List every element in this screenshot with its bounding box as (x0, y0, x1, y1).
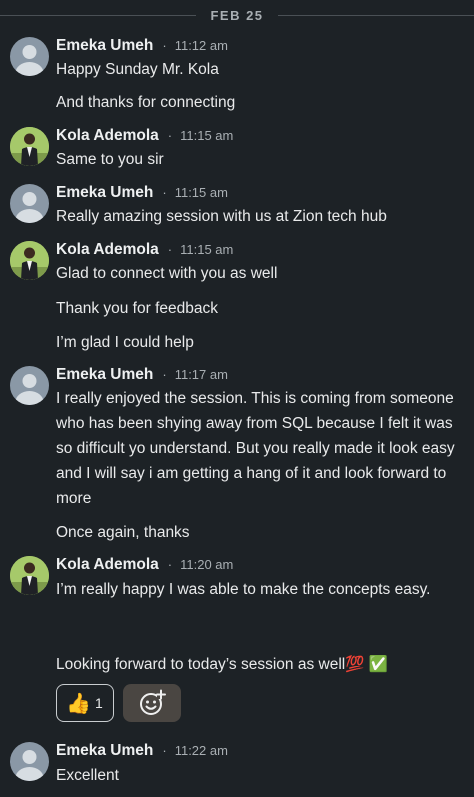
sender-name[interactable]: Kola Ademola (56, 241, 159, 258)
avatar[interactable] (10, 241, 49, 280)
message-text: Thank you for feedback (56, 300, 218, 317)
message-text: I’m really happy I was able to make the … (56, 581, 431, 598)
timestamp: 11:12 am (174, 38, 228, 53)
default-avatar-icon (15, 192, 44, 223)
message-text: Glad to connect with you as well (56, 265, 278, 282)
avatar[interactable] (10, 127, 49, 166)
message-text: Excellent (56, 767, 119, 784)
separator-dot: · (162, 367, 167, 382)
message-text: And thanks for connecting (56, 94, 236, 111)
divider-line (278, 15, 474, 16)
default-avatar-icon (15, 750, 44, 781)
avatar[interactable] (10, 184, 49, 223)
separator-dot: · (162, 185, 167, 200)
separator-dot: · (167, 557, 173, 572)
date-label: FEB 25 (210, 8, 264, 23)
sender-name[interactable]: Emeka Umeh (56, 37, 153, 54)
sender-name[interactable]: Kola Ademola (56, 127, 159, 144)
message-header: Emeka Umeh · 11:15 am (56, 184, 228, 204)
sender-name[interactable]: Emeka Umeh (56, 742, 153, 759)
timestamp: 11:17 am (174, 367, 228, 382)
date-separator: FEB 25 (0, 0, 474, 30)
separator-dot: · (162, 743, 167, 758)
timestamp: 11:15 am (180, 242, 234, 257)
timestamp: 11:15 am (180, 128, 234, 143)
message-header: Emeka Umeh · 11:17 am (56, 366, 228, 386)
profile-photo-icon (10, 127, 49, 166)
reaction-thumbs-up[interactable]: 👍 1 (56, 684, 114, 722)
add-reaction-icon (140, 689, 166, 715)
message-text: Happy Sunday Mr. Kola (56, 61, 219, 78)
thumbs-up-icon: 👍 (66, 693, 91, 715)
message-header: Kola Ademola · 11:15 am (56, 241, 233, 261)
sender-name[interactable]: Kola Ademola (56, 556, 159, 573)
sender-name[interactable]: Emeka Umeh (56, 366, 153, 383)
message-text: I’m glad I could help (56, 334, 194, 351)
sender-name[interactable]: Emeka Umeh (56, 184, 153, 201)
add-reaction-button[interactable] (123, 684, 181, 722)
profile-photo-icon (10, 241, 49, 280)
avatar[interactable] (10, 742, 49, 781)
avatar[interactable] (10, 366, 49, 405)
reaction-count: 1 (95, 695, 103, 711)
message-text: Really amazing session with us at Zion t… (56, 208, 387, 225)
message-text: I really enjoyed the session. This is co… (56, 390, 455, 507)
timestamp: 11:15 am (174, 185, 228, 200)
default-avatar-icon (15, 45, 44, 76)
separator-dot: · (167, 242, 173, 257)
separator-dot: · (162, 38, 167, 53)
message-header: Emeka Umeh · 11:22 am (56, 742, 228, 762)
timestamp: 11:22 am (174, 743, 228, 758)
message-text: Same to you sir (56, 151, 164, 168)
message-text: Looking forward to today’s session as we… (56, 656, 389, 673)
message-header: Emeka Umeh · 11:12 am (56, 37, 228, 57)
profile-photo-icon (10, 556, 49, 595)
default-avatar-icon (15, 374, 44, 405)
message-header: Kola Ademola · 11:15 am (56, 127, 233, 147)
separator-dot: · (167, 128, 173, 143)
divider-line (0, 15, 196, 16)
avatar[interactable] (10, 37, 49, 76)
timestamp: 11:20 am (180, 557, 234, 572)
message-header: Kola Ademola · 11:20 am (56, 556, 233, 576)
avatar[interactable] (10, 556, 49, 595)
message-text: Once again, thanks (56, 524, 190, 541)
